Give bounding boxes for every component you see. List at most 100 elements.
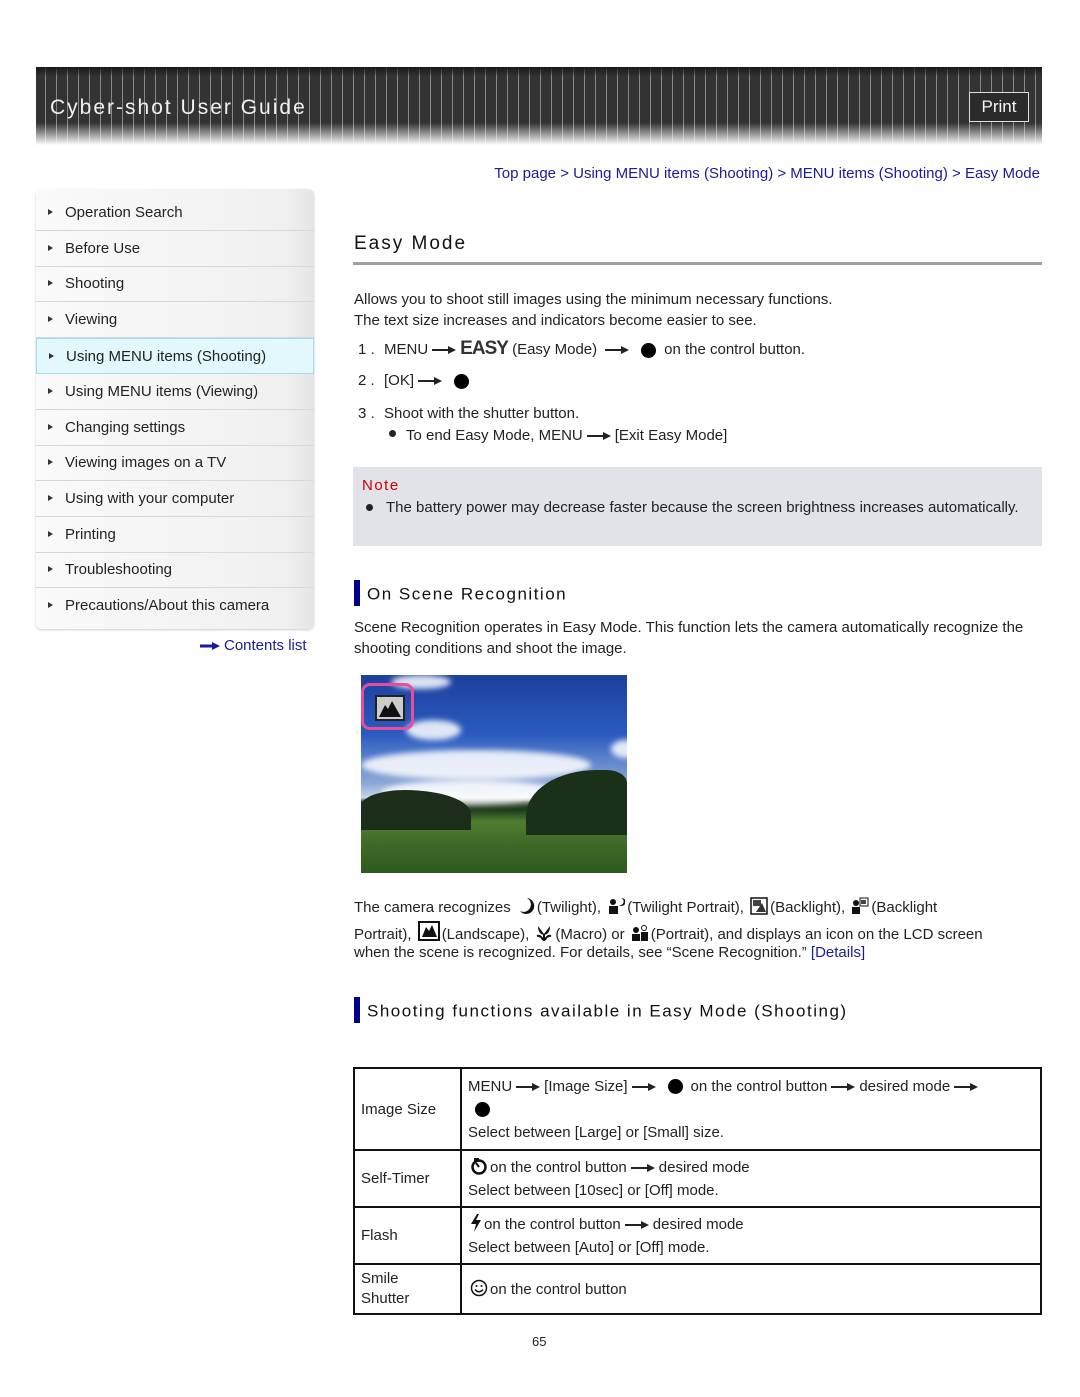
text: on the control button <box>484 1215 621 1233</box>
title-divider <box>353 262 1042 265</box>
landscape-icon <box>375 695 405 721</box>
text: Select between [Large] or [Small] size. <box>468 1123 724 1141</box>
row-description: on the control button <box>460 1263 1042 1315</box>
step-number: 1 . <box>358 341 375 358</box>
triangle-right-icon <box>49 353 54 359</box>
bullet-icon <box>389 430 396 437</box>
sidebar-item-operation-search[interactable]: Operation Search <box>36 195 314 231</box>
sidebar-item-using-computer[interactable]: Using with your computer <box>36 481 314 517</box>
text: on the control button <box>490 1158 627 1176</box>
step-1: 1 . MENU EASY (Easy Mode) on the control bu… <box>358 338 805 360</box>
twilight-portrait-icon <box>609 897 626 914</box>
control-button-center-icon <box>475 1102 490 1118</box>
bullet-icon <box>366 504 373 511</box>
contents-list-link[interactable]: Contents list <box>200 637 307 654</box>
step-3: 3 . Shoot with the shutter button. <box>358 405 579 422</box>
sidebar-item-label: Precautions/About this camera <box>65 597 270 614</box>
exit-easy-mode-text: [Exit Easy Mode] <box>614 427 728 444</box>
easy-mode-icon: EASY <box>460 338 509 359</box>
shooting-functions-table: Image Size MENU [Image Size] on the contro… <box>353 1067 1042 1315</box>
table-row: Image Size MENU [Image Size] on the contro… <box>353 1067 1042 1151</box>
breadcrumb-top-page[interactable]: Top page <box>494 165 556 182</box>
text: when the scene is recognized. For detail… <box>354 944 807 961</box>
sidebar-item-label: Troubleshooting <box>65 561 173 578</box>
scene-recognition-heading: On Scene Recognition <box>354 580 568 608</box>
treeline-right <box>526 770 627 835</box>
step-3-text: Shoot with the shutter button. <box>384 405 580 422</box>
arrow-right-icon <box>631 1082 656 1091</box>
text: [Image Size] <box>544 1077 628 1095</box>
step-2: 2 . [OK] <box>358 372 477 389</box>
sidebar-item-precautions[interactable]: Precautions/About this camera <box>36 588 314 623</box>
step-3-sub-text: To end Easy Mode, MENU <box>406 427 583 444</box>
text: Select between [Auto] or [Off] mode. <box>468 1238 710 1256</box>
breadcrumb-separator: > <box>560 165 569 182</box>
menu-text: MENU <box>384 341 429 358</box>
sidebar-item-troubleshooting[interactable]: Troubleshooting <box>36 552 314 588</box>
text: Smile <box>361 1270 399 1287</box>
table-row: Smile Shutter on the control button <box>353 1263 1042 1315</box>
sidebar-item-viewing-images-tv[interactable]: Viewing images on a TV <box>36 445 314 481</box>
heading-text: On Scene Recognition <box>367 584 568 604</box>
arrow-right-icon <box>432 346 457 355</box>
triangle-right-icon <box>48 209 53 215</box>
table-row: Self-Timer on the control button desired … <box>353 1149 1042 1208</box>
text: (Backlight <box>871 899 938 916</box>
sidebar-item-shooting[interactable]: Shooting <box>36 266 314 302</box>
step-number: 2 . <box>358 372 375 389</box>
arrow-right-icon <box>418 377 443 386</box>
sidebar-item-before-use[interactable]: Before Use <box>36 231 314 267</box>
row-key: Image Size <box>353 1067 462 1151</box>
sidebar-item-viewing[interactable]: Viewing <box>36 302 314 338</box>
control-button-center-icon <box>454 373 470 389</box>
details-link[interactable]: [Details] <box>811 944 865 961</box>
text: desired mode <box>859 1077 951 1095</box>
text: Select between [10sec] or [Off] mode. <box>468 1181 719 1199</box>
sidebar-item-using-menu-shooting[interactable]: Using MENU items (Shooting) <box>36 338 314 374</box>
row-description: on the control button desired mode Select… <box>460 1149 1042 1208</box>
text: MENU <box>468 1077 513 1095</box>
table-row: Flash on the control button desired mode … <box>353 1206 1042 1265</box>
intro-line-2: The text size increases and indicators b… <box>354 312 757 329</box>
triangle-right-icon <box>48 495 53 501</box>
arrow-right-icon <box>200 642 220 651</box>
portrait-icon <box>631 925 648 941</box>
sidebar-item-using-menu-viewing[interactable]: Using MENU items (Viewing) <box>36 374 314 410</box>
cloud <box>406 720 461 740</box>
macro-icon <box>537 926 552 941</box>
text: (Macro) or <box>555 926 625 943</box>
sidebar-item-changing-settings[interactable]: Changing settings <box>36 410 314 446</box>
sidebar-item-label: Changing settings <box>65 419 186 436</box>
sidebar-item-printing[interactable]: Printing <box>36 517 314 553</box>
heading-bar <box>354 580 360 606</box>
control-button-center-icon <box>641 342 657 358</box>
triangle-right-icon <box>48 602 53 608</box>
row-key: Self-Timer <box>353 1149 462 1208</box>
breadcrumb-easy-mode[interactable]: Easy Mode <box>965 165 1040 182</box>
sidebar-item-label: Printing <box>65 526 116 543</box>
page-number: 65 <box>532 1334 547 1349</box>
arrow-right-icon <box>954 1082 979 1091</box>
print-button[interactable]: Print <box>969 92 1029 122</box>
step-1-tail: on the control button. <box>664 341 806 358</box>
row-key: Smile Shutter <box>353 1263 462 1315</box>
arrow-right-icon <box>630 1163 655 1172</box>
breadcrumb-menu-items-shooting[interactable]: MENU items (Shooting) <box>790 165 948 182</box>
text: (Twilight), <box>536 899 602 916</box>
arrow-right-icon <box>831 1082 856 1091</box>
breadcrumb-using-menu-shooting[interactable]: Using MENU items (Shooting) <box>573 165 773 182</box>
ok-text: [OK] <box>384 372 415 389</box>
arrow-right-icon <box>605 346 630 355</box>
arrow-right-icon <box>586 432 611 441</box>
sidebar-item-label: Using with your computer <box>65 490 235 507</box>
scene-icons-line-1: The camera recognizes (Twilight), (Twili… <box>354 897 1044 918</box>
guide-title: Cyber-shot User Guide <box>50 96 307 119</box>
cloud <box>361 750 591 780</box>
arrow-right-icon <box>624 1220 649 1229</box>
note-title: Note <box>362 477 400 494</box>
sidebar-item-label: Before Use <box>65 240 141 257</box>
note-text: The battery power may decrease faster be… <box>386 499 1019 516</box>
text: Shutter <box>361 1290 410 1307</box>
triangle-right-icon <box>48 566 53 572</box>
self-timer-icon <box>471 1157 487 1175</box>
